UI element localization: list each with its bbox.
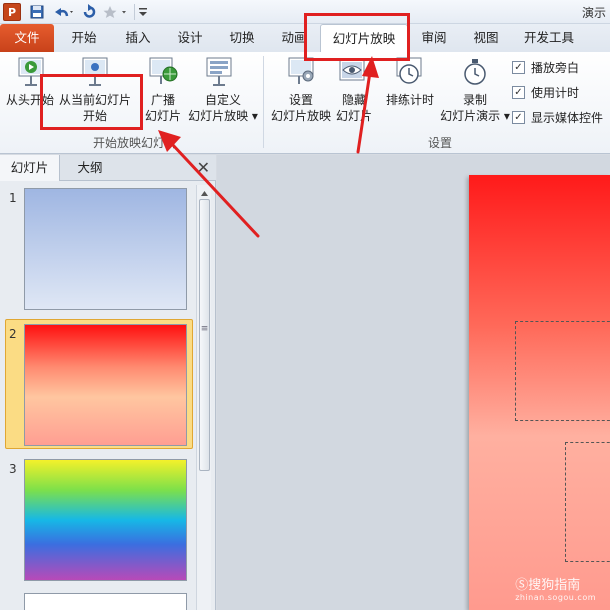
pane-tab-outline[interactable]: 大纲 [60, 155, 120, 181]
broadcast-icon [148, 56, 178, 91]
tab-insert[interactable]: 插入 [116, 24, 160, 52]
rehearse-timings-button[interactable]: 排练计时 [380, 92, 440, 108]
title-placeholder[interactable] [515, 321, 610, 421]
star-icon[interactable] [102, 3, 132, 21]
tab-developer[interactable]: 开发工具 [516, 24, 582, 52]
tab-transitions[interactable]: 切换 [220, 24, 264, 52]
custom-slideshow-button[interactable]: 自定义 幻灯片放映 ▾ [186, 92, 260, 124]
pane-tab-slides[interactable]: 幻灯片 [0, 155, 60, 181]
setup-slideshow-button[interactable]: 设置 幻灯片放映 [266, 92, 336, 124]
show-media-controls-checkbox[interactable]: ✓ 显示媒体控件 [512, 108, 603, 126]
tab-view[interactable]: 视图 [464, 24, 508, 52]
pane-tabs: 幻灯片 大纲 ✕ [0, 155, 216, 181]
play-narrations-checkbox[interactable]: ✓ 播放旁白 [512, 58, 579, 76]
slides-pane: 幻灯片 大纲 ✕ 1 2 3 ≡ [0, 155, 216, 610]
hide-slide-icon [338, 58, 368, 89]
setup-slideshow-icon [286, 56, 316, 91]
tab-home[interactable]: 开始 [62, 24, 106, 52]
tab-design[interactable]: 设计 [168, 24, 212, 52]
redo-icon[interactable] [80, 3, 98, 21]
window-title: 演示 [581, 6, 606, 20]
slide-editing-area: Ⓢ搜狗指南 zhinan.sogou.com [217, 155, 610, 610]
tab-file[interactable]: 文件 [0, 24, 54, 52]
record-slideshow-button[interactable]: 录制 幻灯片演示 ▾ [436, 92, 514, 124]
customize-toolbar-icon[interactable] [137, 3, 149, 21]
slide-thumbnail-1[interactable] [24, 188, 187, 310]
slide-thumbnail-2[interactable] [24, 324, 187, 446]
content-placeholder[interactable] [565, 442, 610, 562]
rehearse-timings-icon [394, 56, 424, 91]
hide-slide-button[interactable]: 隐藏 幻灯片 [334, 92, 374, 124]
watermark: Ⓢ搜狗指南 zhinan.sogou.com [515, 578, 596, 602]
record-slideshow-icon [462, 58, 488, 91]
scrollbar-thumb[interactable]: ≡ [199, 199, 210, 471]
group-label-start-slideshow: 开始放映幻灯片 [92, 136, 177, 150]
group-label-setup: 设置 [427, 136, 452, 150]
custom-slideshow-icon [204, 56, 234, 91]
slide-number: 2 [9, 327, 17, 341]
slide-number: 1 [9, 191, 17, 205]
save-icon[interactable] [28, 3, 46, 21]
tab-review[interactable]: 审阅 [412, 24, 456, 52]
highlight-box-slideshow-tab [304, 13, 410, 61]
slide-thumbnail-3[interactable] [24, 459, 187, 581]
broadcast-slideshow-button[interactable]: 广播 幻灯片 [138, 92, 188, 124]
slide-number: 3 [9, 462, 17, 476]
powerpoint-app-icon[interactable]: P [3, 3, 21, 21]
close-icon[interactable]: ✕ [197, 158, 210, 177]
undo-icon[interactable] [50, 3, 76, 21]
pane-scrollbar[interactable]: ≡ [196, 185, 211, 610]
use-timings-checkbox[interactable]: ✓ 使用计时 [512, 83, 579, 101]
current-slide[interactable]: Ⓢ搜狗指南 zhinan.sogou.com [469, 175, 610, 610]
slide-thumbnail-4[interactable] [24, 593, 187, 610]
highlight-box-from-current [40, 74, 143, 130]
